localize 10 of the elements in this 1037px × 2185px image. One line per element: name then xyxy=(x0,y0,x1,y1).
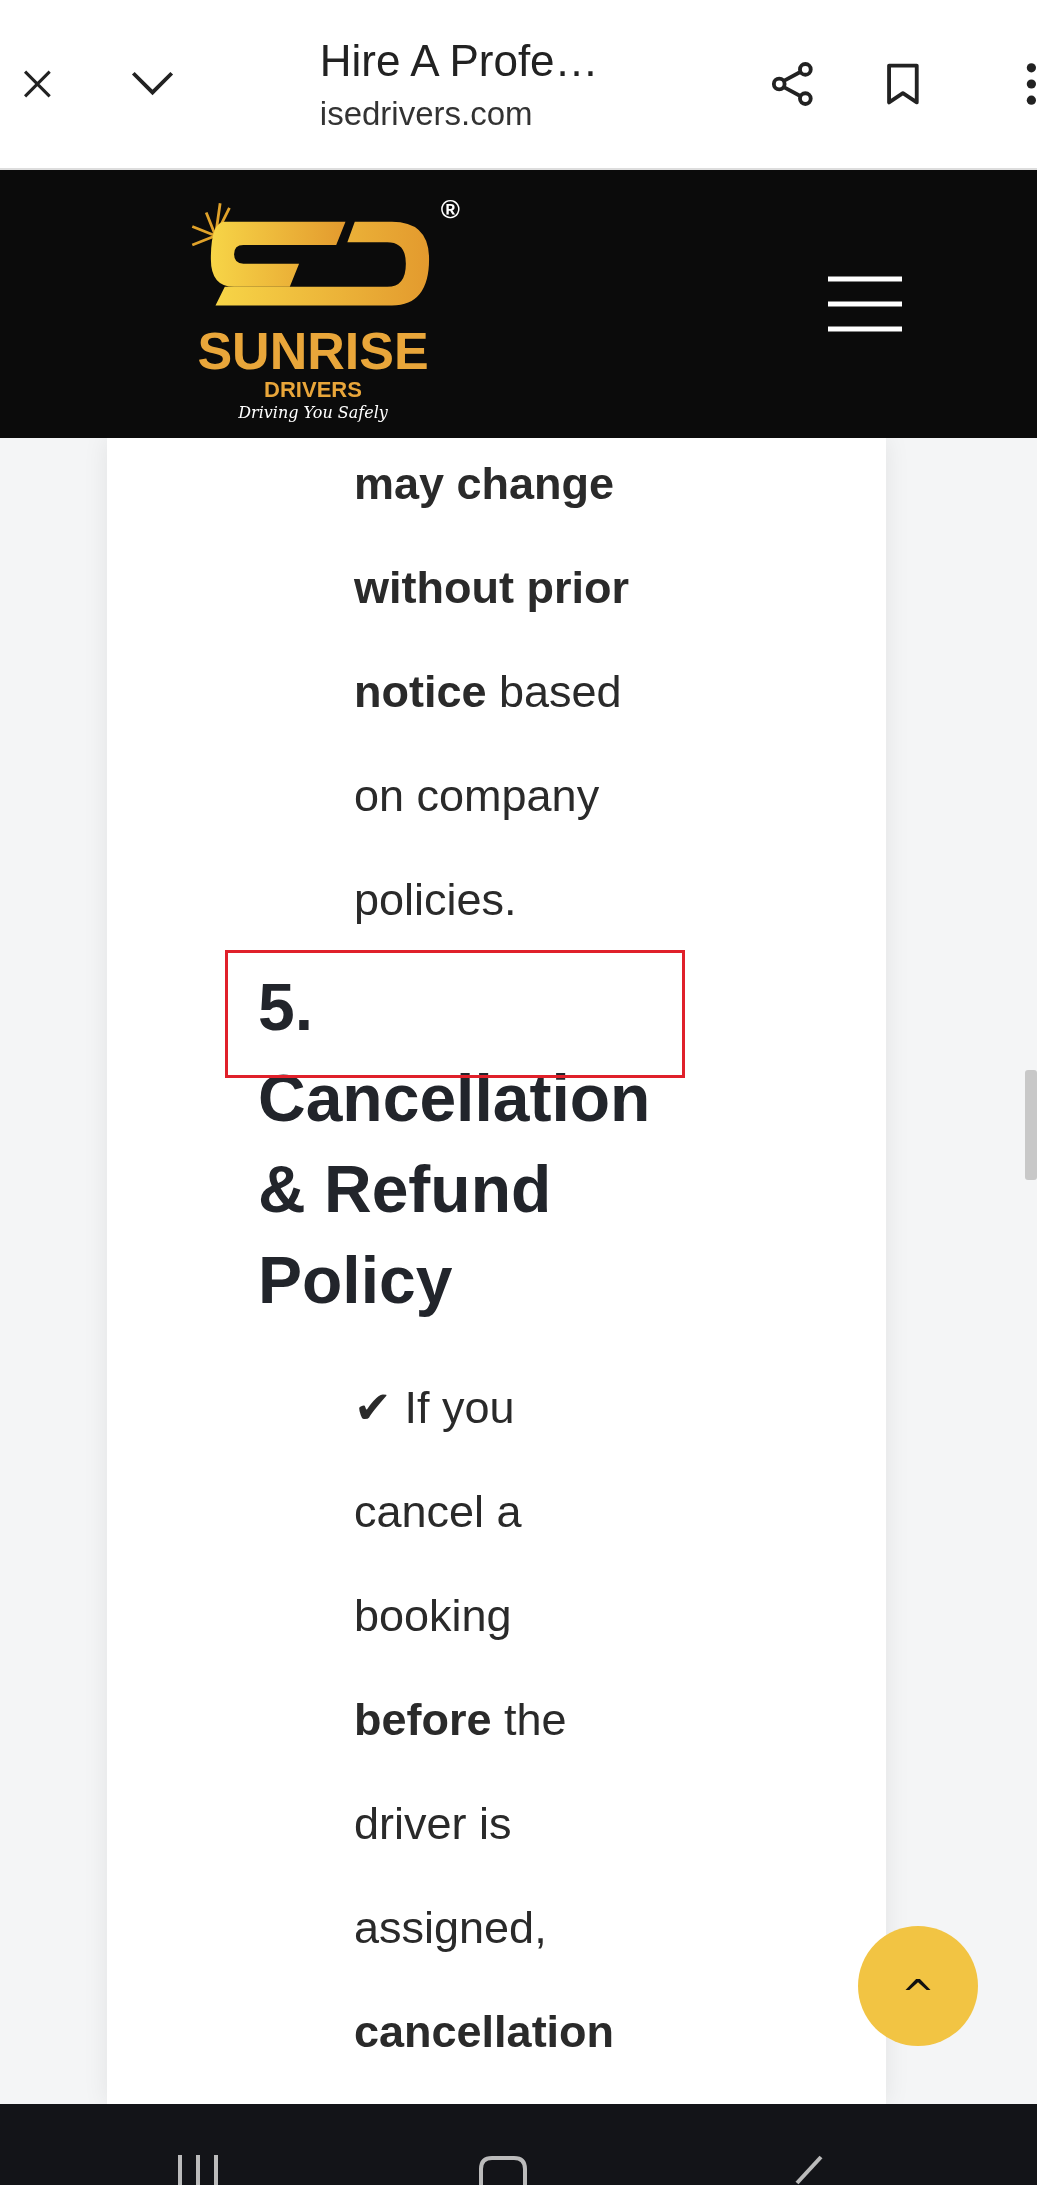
page-url: isedrivers.com xyxy=(319,94,533,134)
body-text: ✔ If you cancel a booking before the driver is assigned, cancellation xyxy=(354,1381,616,2059)
body-text: may change without prior notice based on company policies. xyxy=(354,457,630,927)
back-icon[interactable] xyxy=(793,2155,823,2185)
recent-apps-icon[interactable] xyxy=(176,2155,220,2185)
menu-icon[interactable] xyxy=(828,276,902,332)
home-icon[interactable] xyxy=(478,2155,528,2185)
scroll-to-top-button[interactable]: ^ xyxy=(858,1926,978,2046)
page-title: Hire A Profe… xyxy=(319,35,599,87)
section-heading: 5. Cancellation & Refund Policy xyxy=(258,969,652,1319)
